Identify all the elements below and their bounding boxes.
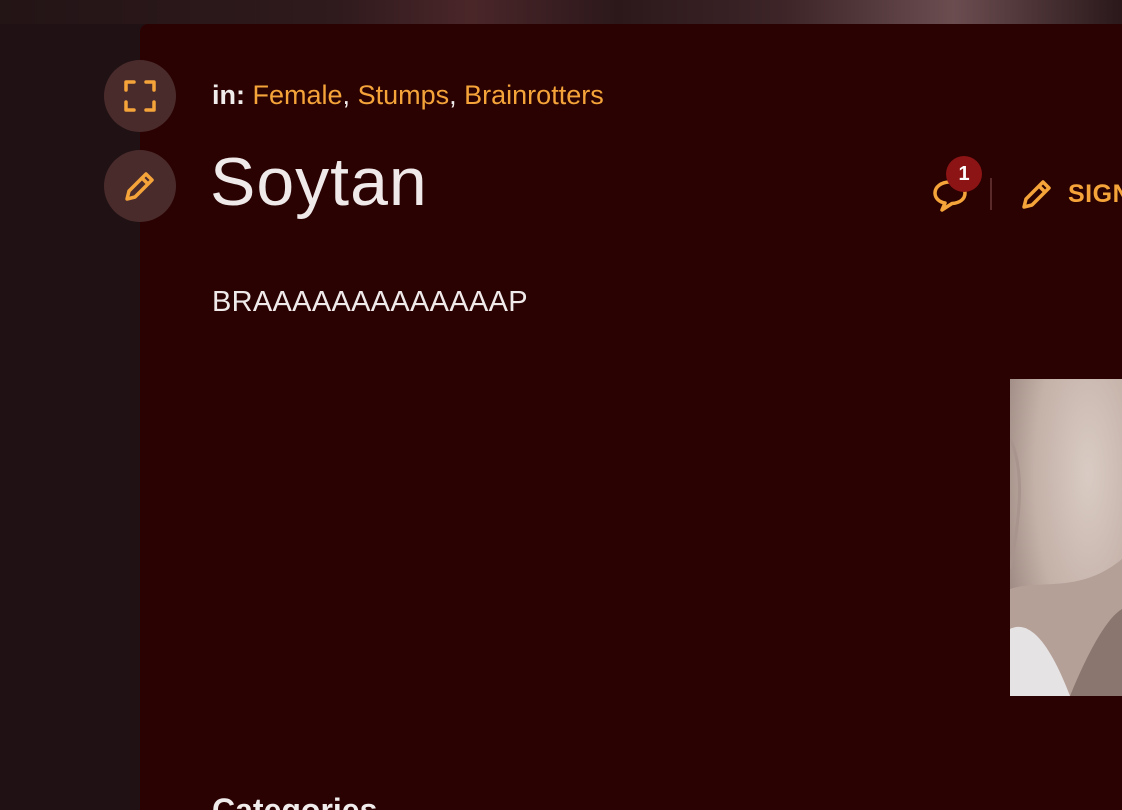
comment-count-badge: 1 bbox=[946, 156, 982, 192]
breadcrumb-prefix: in: bbox=[212, 80, 245, 110]
comments-button[interactable]: 1 bbox=[930, 156, 982, 214]
main-content-panel: in: Female, Stumps, Brainrotters Soytan … bbox=[140, 24, 1122, 810]
actions-divider bbox=[990, 178, 992, 210]
page-actions: 1 SIGN bbox=[930, 156, 1122, 226]
page-description: BRAAAAAAAAAAAAAP bbox=[212, 286, 528, 318]
edit-button[interactable] bbox=[104, 150, 176, 222]
breadcrumb: in: Female, Stumps, Brainrotters bbox=[212, 80, 604, 111]
breadcrumb-separator: , bbox=[342, 80, 351, 110]
breadcrumb-separator: , bbox=[449, 80, 457, 110]
pencil-icon bbox=[1022, 180, 1051, 209]
article-photo bbox=[1010, 379, 1122, 696]
fullscreen-button[interactable] bbox=[104, 60, 176, 132]
sign-label: SIGN bbox=[1068, 179, 1122, 208]
categories-heading: Categories bbox=[212, 792, 378, 810]
breadcrumb-link-stumps[interactable]: Stumps bbox=[358, 80, 450, 110]
page-title: Soytan bbox=[210, 144, 428, 220]
fullscreen-icon bbox=[124, 80, 156, 112]
header-banner-image bbox=[0, 0, 1122, 24]
pencil-icon bbox=[125, 172, 154, 201]
breadcrumb-link-brainrotters[interactable]: Brainrotters bbox=[464, 80, 604, 110]
breadcrumb-link-female[interactable]: Female bbox=[253, 80, 343, 110]
sign-button[interactable]: SIGN bbox=[1018, 175, 1122, 213]
